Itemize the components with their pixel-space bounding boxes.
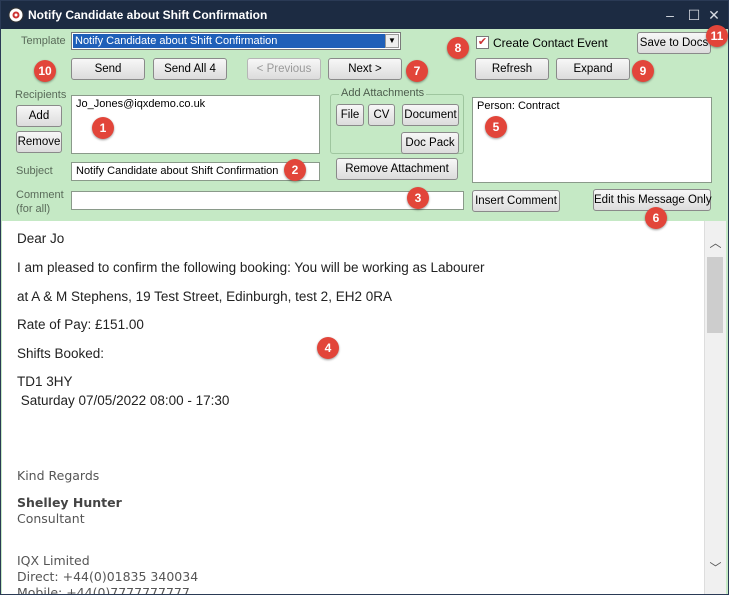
window-title: Notify Candidate about Shift Confirmatio… <box>28 8 268 22</box>
expand-button[interactable]: Expand <box>556 58 630 80</box>
company-name: IQX Limited <box>17 553 90 568</box>
create-contact-event-checkbox[interactable]: ✔ <box>476 36 489 49</box>
comment-label: Comment <box>16 189 64 201</box>
address-line: at A & M Stephens, 19 Test Street, Edinb… <box>17 289 392 304</box>
next-button[interactable]: Next > <box>328 58 402 80</box>
send-button[interactable]: Send <box>71 58 145 80</box>
direct-phone: Direct: +44(0)01835 340034 <box>17 569 199 584</box>
subject-label: Subject <box>16 165 53 177</box>
annotation-badge-11: 11 <box>706 25 728 47</box>
add-attachments-label: Add Attachments <box>339 87 427 99</box>
remove-attachment-button[interactable]: Remove Attachment <box>336 158 458 180</box>
app-icon <box>8 7 24 23</box>
scrollbar-thumb[interactable] <box>707 257 723 333</box>
dialog-window: Notify Candidate about Shift Confirmatio… <box>0 0 729 595</box>
previous-button[interactable]: < Previous <box>247 58 321 80</box>
shift-time: Saturday 07/05/2022 08:00 - 17:30 <box>17 393 230 408</box>
close-button[interactable]: ✕ <box>704 5 724 25</box>
annotation-badge-5: 5 <box>485 116 507 138</box>
maximize-button[interactable]: ☐ <box>684 5 704 25</box>
comment-label-sub: (for all) <box>16 203 51 215</box>
sender-name: Shelley Hunter <box>17 495 122 510</box>
closing: Kind Regards <box>17 468 100 483</box>
sender-title: Consultant <box>17 511 85 526</box>
attach-file-button[interactable]: File <box>336 104 364 126</box>
mobile-phone: Mobile: +44(0)7777777777 <box>17 585 190 594</box>
save-to-docs-button[interactable]: Save to Docs <box>637 32 711 54</box>
template-label: Template <box>21 35 66 47</box>
attach-doc-pack-button[interactable]: Doc Pack <box>401 132 459 154</box>
attach-cv-button[interactable]: CV <box>368 104 395 126</box>
rate-line: Rate of Pay: £151.00 <box>17 317 144 332</box>
greeting: Dear Jo <box>17 231 65 246</box>
shifts-label: Shifts Booked: <box>17 346 105 361</box>
recipient-item[interactable]: Jo_Jones@iqxdemo.co.uk <box>76 98 205 110</box>
message-body[interactable]: Dear Jo I am pleased to confirm the foll… <box>2 221 704 594</box>
create-contact-event-label: Create Contact Event <box>493 36 608 50</box>
subject-field[interactable]: Notify Candidate about Shift Confirmatio… <box>71 162 320 181</box>
comment-field[interactable] <box>71 191 464 210</box>
annotation-badge-4: 4 <box>317 337 339 359</box>
chevron-down-icon[interactable]: ▼ <box>385 34 399 48</box>
annotation-badge-6: 6 <box>645 207 667 229</box>
send-all-button[interactable]: Send All 4 <box>153 58 227 80</box>
annotation-badge-10: 10 <box>34 60 56 82</box>
recipients-label: Recipients <box>15 89 67 101</box>
insert-comment-button[interactable]: Insert Comment <box>472 190 560 212</box>
shift-location: TD1 3HY <box>17 374 73 389</box>
booking-line: I am pleased to confirm the following bo… <box>17 260 485 275</box>
minimize-button[interactable]: – <box>660 5 680 25</box>
scroll-down-icon[interactable]: ﹀ <box>705 558 726 578</box>
template-select-value: Notify Candidate about Shift Confirmatio… <box>73 34 385 48</box>
annotation-badge-3: 3 <box>407 187 429 209</box>
attach-document-button[interactable]: Document <box>402 104 459 126</box>
annotation-badge-9: 9 <box>632 60 654 82</box>
annotation-badge-7: 7 <box>406 60 428 82</box>
add-recipient-button[interactable]: Add <box>16 105 62 127</box>
refresh-button[interactable]: Refresh <box>475 58 549 80</box>
person-contract-box[interactable]: Person: Contract <box>472 97 712 183</box>
annotation-badge-2: 2 <box>284 159 306 181</box>
person-contract-text: Person: Contract <box>477 100 560 112</box>
annotation-badge-1: 1 <box>92 117 114 139</box>
vertical-scrollbar[interactable]: ︿ ﹀ <box>704 221 726 594</box>
title-bar: Notify Candidate about Shift Confirmatio… <box>1 1 728 29</box>
remove-recipient-button[interactable]: Remove <box>16 131 62 153</box>
annotation-badge-8: 8 <box>447 37 469 59</box>
template-select[interactable]: Notify Candidate about Shift Confirmatio… <box>71 32 401 50</box>
scroll-up-icon[interactable]: ︿ <box>705 233 726 253</box>
